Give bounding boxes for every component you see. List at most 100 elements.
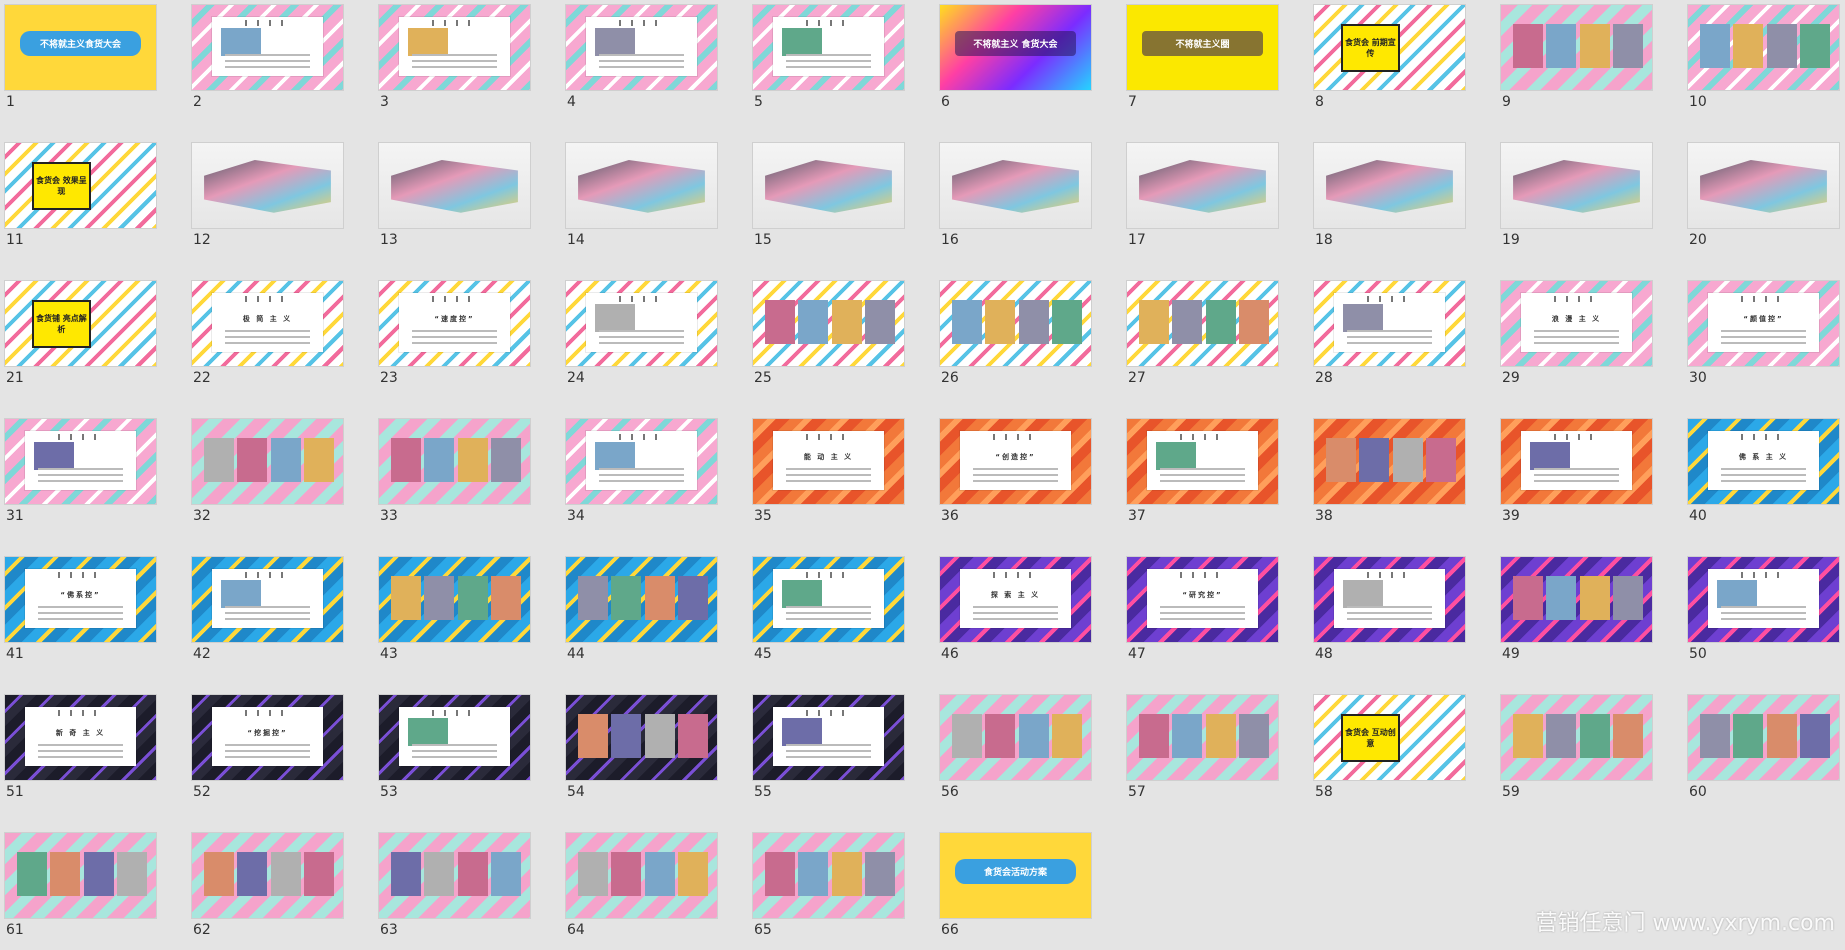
slide-thumbnail[interactable]: 33 — [378, 418, 531, 536]
slide-preview[interactable] — [4, 418, 157, 505]
slide-thumbnail[interactable]: 13 — [378, 142, 531, 260]
slide-thumbnail[interactable]: 43 — [378, 556, 531, 674]
slide-preview[interactable] — [1126, 142, 1279, 229]
slide-preview[interactable] — [1687, 556, 1840, 643]
slide-preview[interactable] — [1500, 4, 1653, 91]
slide-preview[interactable] — [1313, 142, 1466, 229]
slide-thumbnail[interactable]: 新 奇 主 义 51 — [4, 694, 157, 812]
slide-thumbnail[interactable]: 42 — [191, 556, 344, 674]
slide-thumbnail[interactable]: 不将就主义食货大会 1 — [4, 4, 157, 122]
slide-thumbnail[interactable]: 14 — [565, 142, 718, 260]
slide-preview[interactable] — [1313, 418, 1466, 505]
slide-preview[interactable] — [565, 694, 718, 781]
slide-thumbnail[interactable]: 极 简 主 义 22 — [191, 280, 344, 398]
slide-thumbnail[interactable]: 39 — [1500, 418, 1653, 536]
slide-thumbnail[interactable]: 20 — [1687, 142, 1840, 260]
slide-preview[interactable]: “挖掘控” — [191, 694, 344, 781]
slide-thumbnail[interactable]: 37 — [1126, 418, 1279, 536]
slide-thumbnail[interactable]: 60 — [1687, 694, 1840, 812]
slide-thumbnail[interactable]: 食货会 互动创意 58 — [1313, 694, 1466, 812]
slide-preview[interactable] — [378, 4, 531, 91]
slide-preview[interactable] — [565, 4, 718, 91]
slide-thumbnail[interactable]: “颜值控” 30 — [1687, 280, 1840, 398]
slide-preview[interactable] — [1313, 556, 1466, 643]
slide-preview[interactable]: “佛系控” — [4, 556, 157, 643]
slide-preview[interactable] — [1500, 694, 1653, 781]
slide-preview[interactable]: 食货会 互动创意 — [1313, 694, 1466, 781]
slide-preview[interactable]: 食货会 前期宣传 — [1313, 4, 1466, 91]
slide-preview[interactable] — [565, 280, 718, 367]
slide-preview[interactable] — [1126, 280, 1279, 367]
slide-thumbnail[interactable]: “佛系控” 41 — [4, 556, 157, 674]
slide-preview[interactable] — [378, 556, 531, 643]
slide-thumbnail[interactable]: 49 — [1500, 556, 1653, 674]
slide-preview[interactable] — [378, 694, 531, 781]
slide-thumbnail[interactable]: 50 — [1687, 556, 1840, 674]
slide-preview[interactable] — [191, 556, 344, 643]
slide-thumbnail[interactable]: 26 — [939, 280, 1092, 398]
slide-thumbnail[interactable]: “速度控” 23 — [378, 280, 531, 398]
slide-thumbnail[interactable]: 能 动 主 义 35 — [752, 418, 905, 536]
slide-thumbnail[interactable]: 63 — [378, 832, 531, 950]
slide-thumbnail[interactable]: 10 — [1687, 4, 1840, 122]
slide-preview[interactable]: “速度控” — [378, 280, 531, 367]
slide-preview[interactable] — [565, 832, 718, 919]
slide-thumbnail[interactable]: 44 — [565, 556, 718, 674]
slide-thumbnail[interactable]: 38 — [1313, 418, 1466, 536]
slide-preview[interactable] — [1687, 4, 1840, 91]
slide-thumbnail[interactable]: 2 — [191, 4, 344, 122]
slide-preview[interactable]: 浪 漫 主 义 — [1500, 280, 1653, 367]
slide-preview[interactable] — [752, 694, 905, 781]
slide-thumbnail[interactable]: 55 — [752, 694, 905, 812]
slide-preview[interactable] — [939, 280, 1092, 367]
slide-thumbnail[interactable]: 53 — [378, 694, 531, 812]
slide-preview[interactable] — [939, 694, 1092, 781]
slide-thumbnail[interactable]: 4 — [565, 4, 718, 122]
slide-thumbnail[interactable]: “挖掘控” 52 — [191, 694, 344, 812]
slide-thumbnail[interactable]: 探 索 主 义 46 — [939, 556, 1092, 674]
slide-preview[interactable]: 新 奇 主 义 — [4, 694, 157, 781]
slide-preview[interactable] — [565, 556, 718, 643]
slide-thumbnail[interactable]: 5 — [752, 4, 905, 122]
slide-preview[interactable]: 食货会 效果呈现 — [4, 142, 157, 229]
slide-preview[interactable] — [1500, 418, 1653, 505]
slide-thumbnail[interactable]: 不将就主义圈 7 — [1126, 4, 1279, 122]
slide-preview[interactable]: 食货会活动方案 — [939, 832, 1092, 919]
slide-preview[interactable] — [1126, 418, 1279, 505]
slide-thumbnail[interactable]: “创造控” 36 — [939, 418, 1092, 536]
slide-thumbnail[interactable]: 15 — [752, 142, 905, 260]
slide-thumbnail[interactable]: 18 — [1313, 142, 1466, 260]
slide-thumbnail[interactable]: 25 — [752, 280, 905, 398]
slide-preview[interactable] — [1313, 280, 1466, 367]
slide-preview[interactable]: 极 简 主 义 — [191, 280, 344, 367]
slide-preview[interactable] — [565, 418, 718, 505]
slide-thumbnail[interactable]: 24 — [565, 280, 718, 398]
slide-preview[interactable]: “研究控” — [1126, 556, 1279, 643]
slide-thumbnail[interactable]: 食货会活动方案 66 — [939, 832, 1092, 950]
slide-preview[interactable] — [1687, 142, 1840, 229]
slide-thumbnail[interactable]: 45 — [752, 556, 905, 674]
slide-thumbnail[interactable]: “研究控” 47 — [1126, 556, 1279, 674]
slide-preview[interactable] — [565, 142, 718, 229]
slide-preview[interactable]: 不将就主义 食货大会 — [939, 4, 1092, 91]
slide-thumbnail[interactable]: 28 — [1313, 280, 1466, 398]
slide-thumbnail[interactable]: 27 — [1126, 280, 1279, 398]
slide-thumbnail[interactable]: 54 — [565, 694, 718, 812]
slide-preview[interactable]: 不将就主义食货大会 — [4, 4, 157, 91]
slide-thumbnail[interactable]: 65 — [752, 832, 905, 950]
slide-preview[interactable] — [1500, 556, 1653, 643]
slide-thumbnail[interactable]: 浪 漫 主 义 29 — [1500, 280, 1653, 398]
slide-preview[interactable] — [378, 418, 531, 505]
slide-preview[interactable] — [378, 142, 531, 229]
slide-thumbnail[interactable]: 32 — [191, 418, 344, 536]
slide-preview[interactable] — [752, 280, 905, 367]
slide-preview[interactable] — [4, 832, 157, 919]
slide-preview[interactable]: 探 索 主 义 — [939, 556, 1092, 643]
slide-preview[interactable] — [378, 832, 531, 919]
slide-preview[interactable] — [191, 142, 344, 229]
slide-thumbnail[interactable]: 佛 系 主 义 40 — [1687, 418, 1840, 536]
slide-thumbnail[interactable]: 56 — [939, 694, 1092, 812]
slide-thumbnail[interactable]: 61 — [4, 832, 157, 950]
slide-preview[interactable]: 能 动 主 义 — [752, 418, 905, 505]
slide-thumbnail[interactable]: 19 — [1500, 142, 1653, 260]
